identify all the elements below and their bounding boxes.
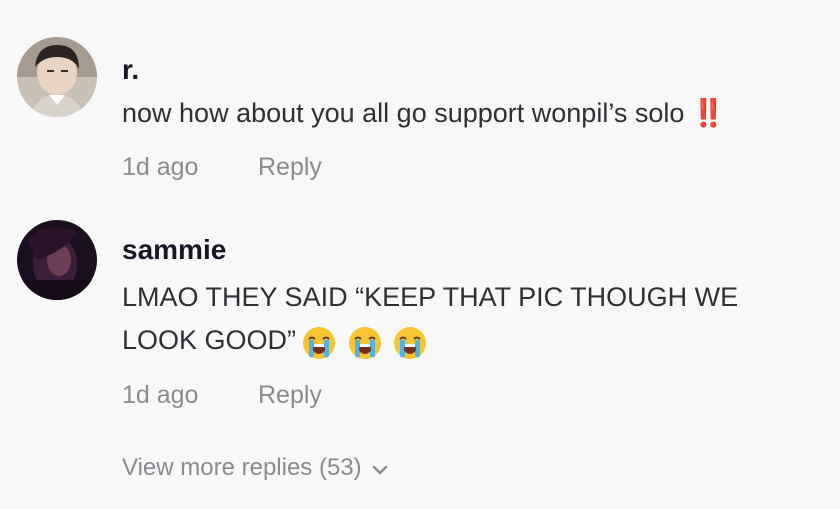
loudly-crying-face-icon bbox=[394, 327, 427, 360]
view-more-replies-button[interactable]: View more replies (53) bbox=[122, 454, 388, 483]
avatar-image bbox=[17, 220, 97, 300]
chevron-down-icon bbox=[372, 455, 388, 483]
comment-text: LMAO THEY SAID “KEEP THAT PIC THOUGH WE … bbox=[122, 276, 827, 363]
reply-button[interactable]: Reply bbox=[258, 381, 322, 410]
emoji-group bbox=[302, 320, 431, 363]
comment-text-line: LMAO THEY SAID “KEEP THAT PIC THOUGH WE bbox=[122, 282, 739, 312]
comment-text-line: LOOK GOOD” bbox=[122, 325, 297, 355]
comment-username[interactable]: sammie bbox=[122, 234, 226, 266]
loudly-crying-face-icon bbox=[303, 327, 336, 360]
comment-meta: 1d ago Reply bbox=[122, 381, 322, 410]
comment-timestamp: 1d ago bbox=[122, 381, 199, 409]
loudly-crying-face-icon bbox=[348, 327, 381, 360]
comment-item: sammie LMAO THEY SAID “KEEP THAT PIC THO… bbox=[0, 0, 840, 440]
comment-text-line-2: LOOK GOOD” bbox=[122, 319, 827, 363]
avatar[interactable] bbox=[17, 220, 97, 300]
view-more-replies-label: View more replies (53) bbox=[122, 454, 362, 481]
